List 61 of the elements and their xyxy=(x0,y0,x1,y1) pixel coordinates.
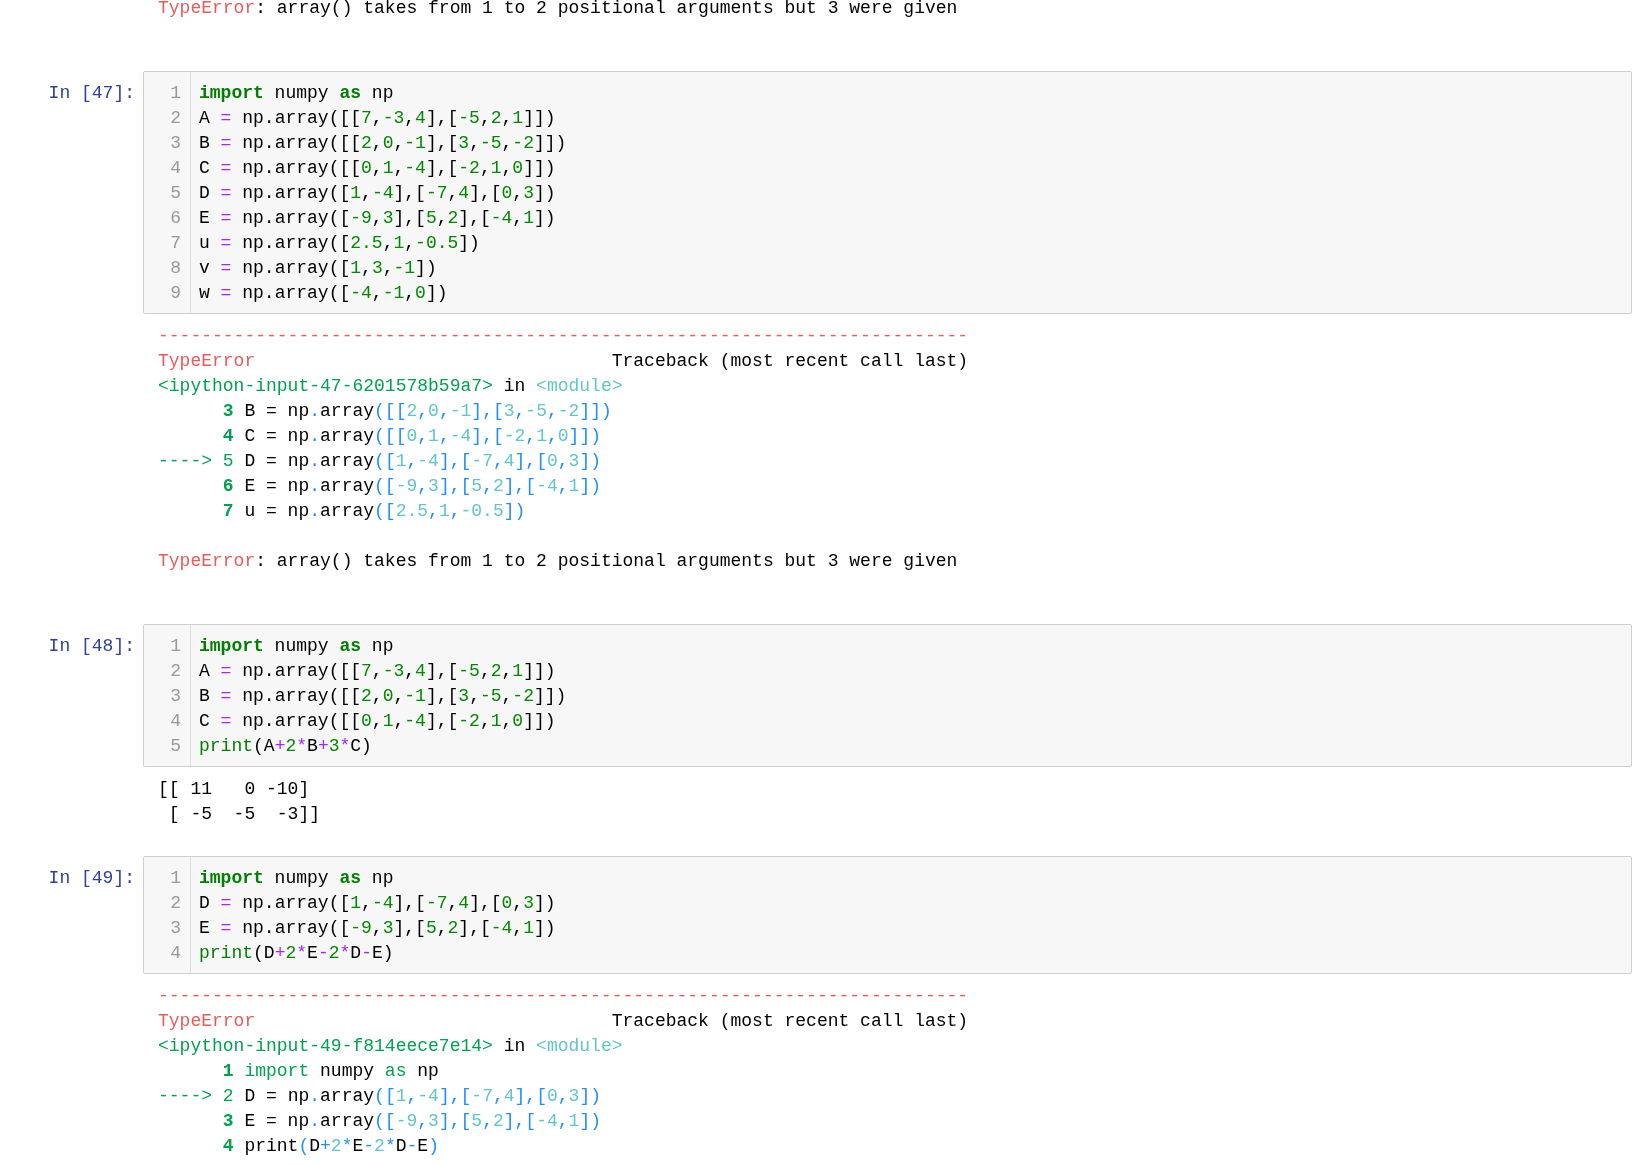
traceback-line: 1 import numpy as np xyxy=(221,1060,439,1083)
dashed-rule-text: --------------------------------------------------------------------------- xyxy=(158,325,969,348)
code-line: C = np.array([[0,1,-4],[-2,1,0]]) xyxy=(199,710,556,733)
code-line: v = np.array([1,3,-1]) xyxy=(199,257,437,280)
code-line: C = np.array([[0,1,-4],[-2,1,0]]) xyxy=(199,157,556,180)
traceback-line: 6 E = np.array([-9,3],[5,2],[-4,1]) xyxy=(221,475,601,498)
code-line: print(A+2*B+3*C) xyxy=(199,735,372,758)
code-line: u = np.array([2.5,1,-0.5]) xyxy=(199,232,480,255)
traceback-line: ----> 2 D = np.array([1,-4],[-7,4],[0,3]) xyxy=(158,1085,601,1108)
line-number: 3 xyxy=(169,132,182,155)
line-number: 4 xyxy=(169,157,182,180)
line-number: 4 xyxy=(169,942,182,965)
line-number: 2 xyxy=(169,660,182,683)
traceback-line: 7 u = np.array([2.5,1,-0.5]) xyxy=(221,500,526,523)
code-line: E = np.array([-9,3],[5,2],[-4,1]) xyxy=(199,207,556,230)
traceback-line: TypeError Traceback (most recent call last) xyxy=(158,350,969,373)
line-number: 1 xyxy=(169,867,182,890)
traceback-line: <ipython-input-49-f814eece7e14> in <module> xyxy=(158,1035,623,1058)
line-number: 9 xyxy=(169,282,182,305)
code-line: B = np.array([[2,0,-1],[3,-5,-2]]) xyxy=(199,132,567,155)
output-text: [ -5 -5 -3]] xyxy=(167,803,321,826)
traceback-line: 4 print(D+2*E-2*D-E) xyxy=(221,1135,439,1158)
code-cell[interactable] xyxy=(143,71,1632,314)
line-number: 1 xyxy=(169,635,182,658)
code-cell[interactable]: 1 2 3 4 import numpy as np D = np.array([1,-4],[-7,4],[0,3]) E = np.array([-9,3],[5,2],[-4,1]) print(D+2*E-2*D-E) xyxy=(143,856,1632,974)
code-line: A = np.array([[7,-3,4],[-5,2,1]]) xyxy=(199,660,556,683)
traceback-line: 4 C = np.array([[0,1,-4],[-2,1,0]]) xyxy=(221,425,601,448)
line-number: 1 xyxy=(169,82,182,105)
line-number: 3 xyxy=(169,685,182,708)
traceback-line: 3 E = np.array([-9,3],[5,2],[-4,1]) xyxy=(221,1110,601,1133)
code-line: w = np.array([-4,-1,0]) xyxy=(199,282,448,305)
code-line: import numpy as np xyxy=(199,867,394,890)
code-line: A = np.array([[7,-3,4],[-5,2,1]]) xyxy=(199,107,556,130)
code-cell[interactable]: 1 2 3 4 5 import numpy as np A = np.array([[7,-3,4],[-5,2,1]]) B = np.array([[2,0,-1],[3,-5,-2]]) C = np.array([[0,1,-4],[-2,1,0]]) print(A+2*B+3*C) xyxy=(143,624,1632,767)
code-line: import numpy as np xyxy=(199,82,394,105)
traceback-line: TypeError Traceback (most recent call last) xyxy=(158,1010,969,1033)
line-number: 2 xyxy=(169,107,182,130)
line-number: 3 xyxy=(169,917,182,940)
cell-prompt: In [49]: xyxy=(47,867,136,890)
code-line: D = np.array([1,-4],[-7,4],[0,3]) xyxy=(199,892,556,915)
line-number: 2 xyxy=(169,892,182,915)
error-message: TypeError: array() takes from 1 to 2 positional arguments but 3 were given xyxy=(158,550,958,573)
traceback-line: <ipython-input-47-6201578b59a7> in <module> xyxy=(158,375,623,398)
line-number: 8 xyxy=(169,257,182,280)
code-line: D = np.array([1,-4],[-7,4],[0,3]) xyxy=(199,182,556,205)
line-number: 5 xyxy=(169,182,182,205)
line-number: 5 xyxy=(169,735,182,758)
cell-prompt: In [48]: xyxy=(47,635,136,658)
traceback-line: ----> 5 D = np.array([1,-4],[-7,4],[0,3]) xyxy=(158,450,601,473)
code-line: import numpy as np xyxy=(199,635,394,658)
code-line: E = np.array([-9,3],[5,2],[-4,1]) xyxy=(199,917,556,940)
error-message: TypeError: array() takes from 1 to 2 positional arguments but 3 were given xyxy=(158,0,958,20)
line-number: 6 xyxy=(169,207,182,230)
output-text: [[ 11 0 -10] xyxy=(158,778,310,801)
code-line: B = np.array([[2,0,-1],[3,-5,-2]]) xyxy=(199,685,567,708)
line-number: 4 xyxy=(169,710,182,733)
code-line: print(D+2*E-2*D-E) xyxy=(199,942,394,965)
line-number: 7 xyxy=(169,232,182,255)
dashed-rule-text: --------------------------------------------------------------------------- xyxy=(158,985,969,1008)
traceback-line: 3 B = np.array([[2,0,-1],[3,-5,-2]]) xyxy=(221,400,612,423)
cell-prompt: In [47]: xyxy=(47,82,136,105)
